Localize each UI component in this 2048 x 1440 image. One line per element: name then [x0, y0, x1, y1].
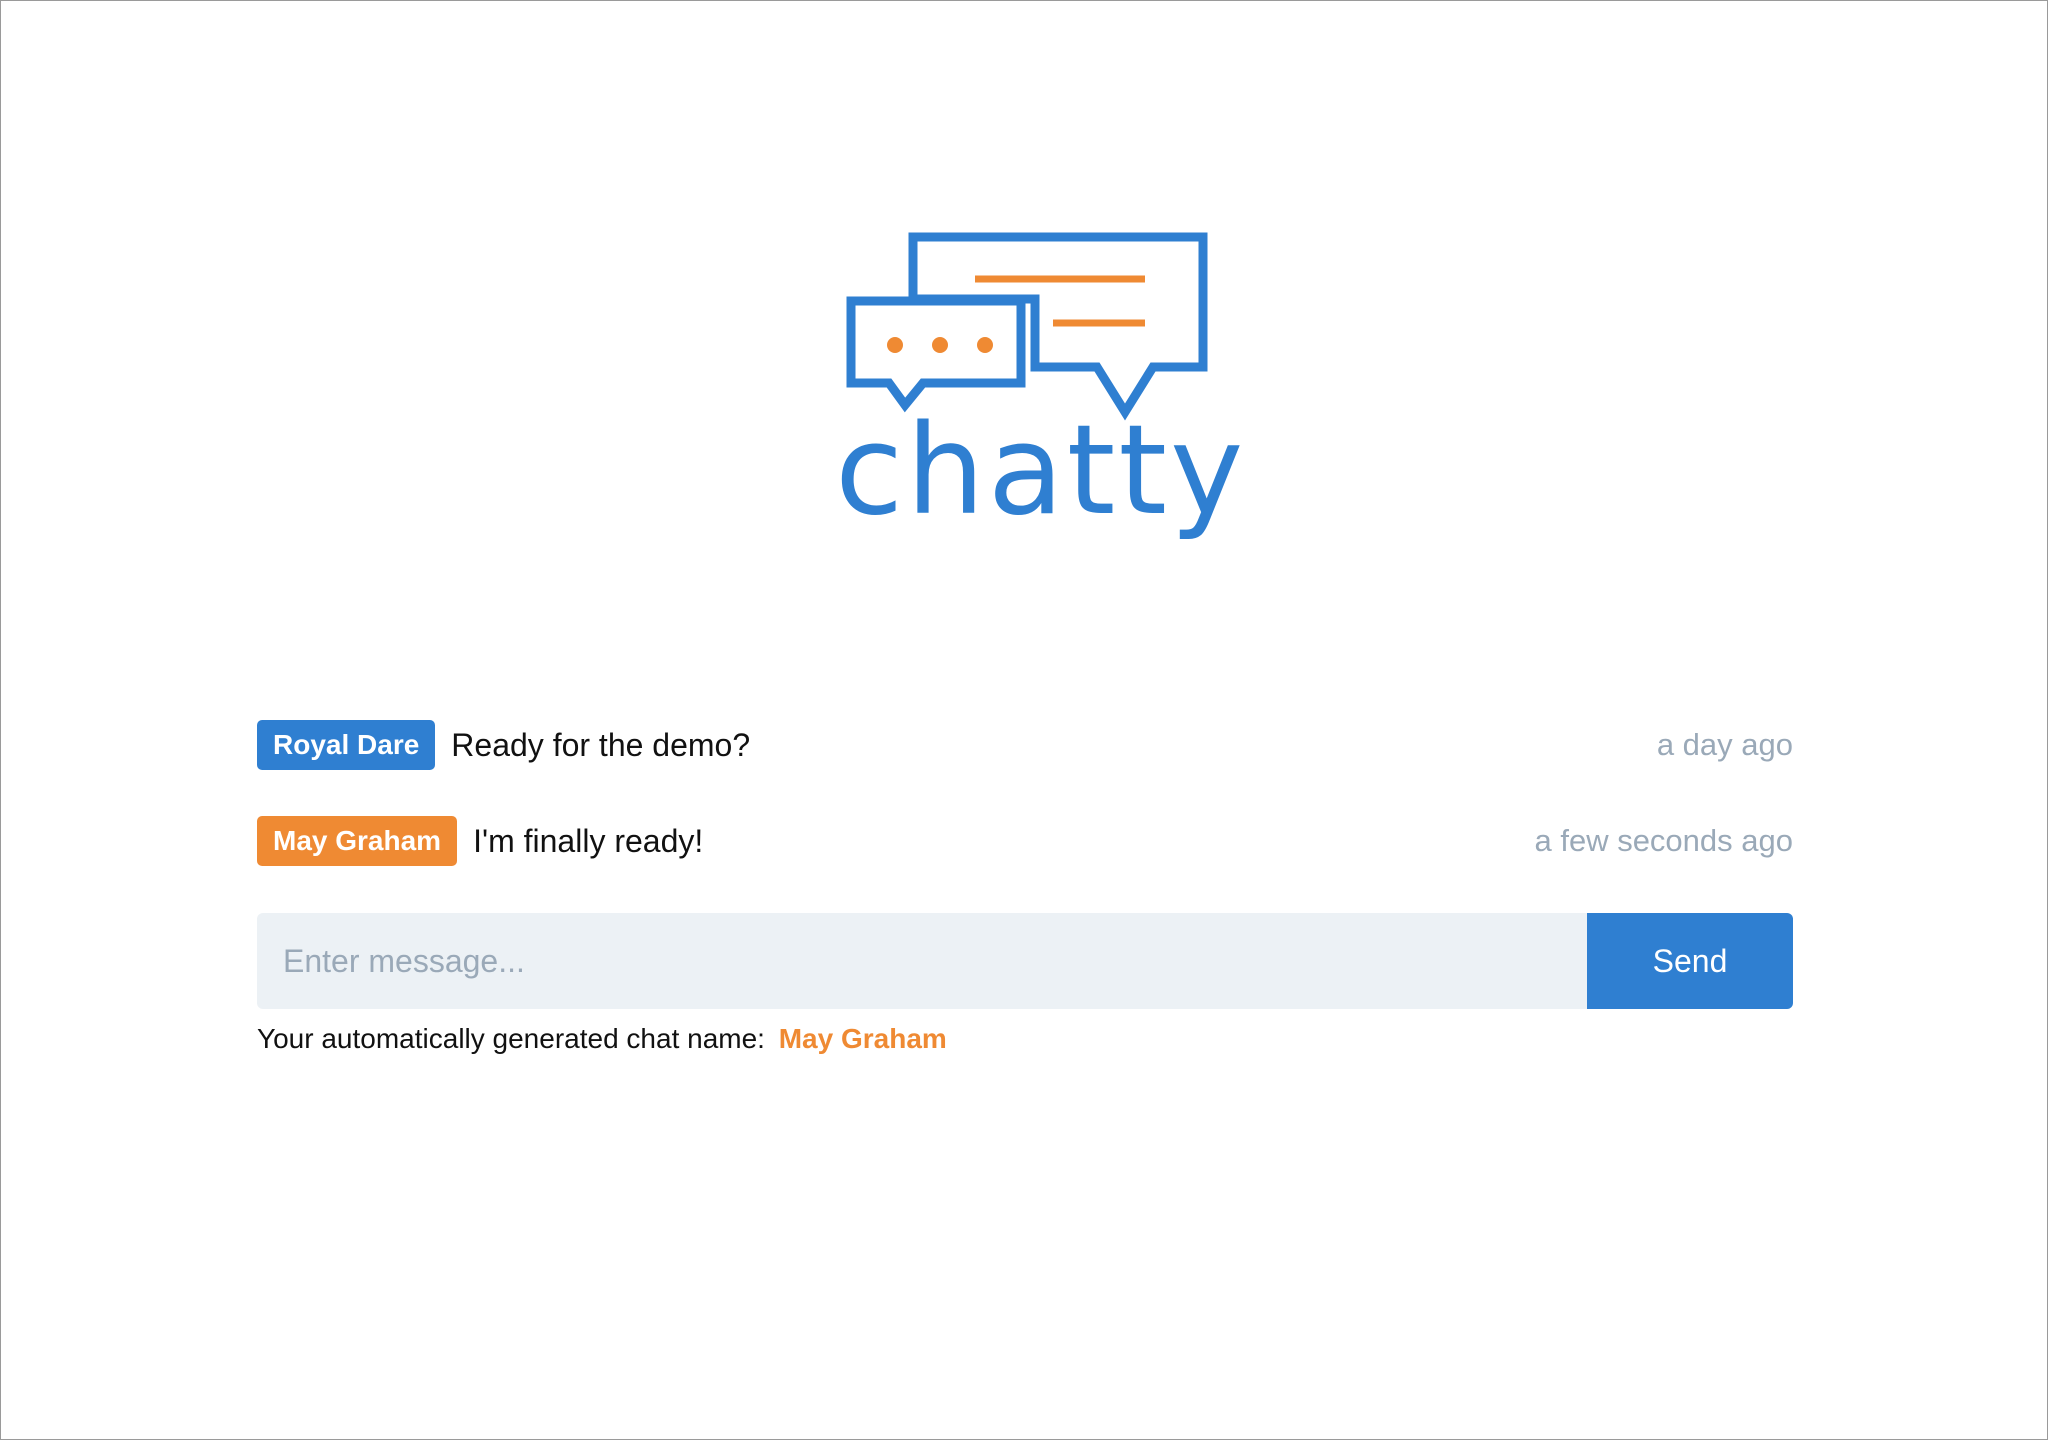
chat-name-value: May Graham [778, 1023, 947, 1054]
message-input[interactable] [257, 913, 1587, 1009]
message-row: May Graham I'm finally ready! a few seco… [257, 815, 1793, 867]
message-text: I'm finally ready! [473, 822, 704, 859]
message-composer: Send [257, 913, 1793, 1009]
author-badge: Royal Dare [257, 720, 436, 770]
message-row: Royal Dare Ready for the demo? a day ago [257, 719, 1793, 771]
brand-wordmark: chatty [835, 399, 1247, 543]
chat-name-prefix: Your automatically generated chat name: [257, 1023, 765, 1054]
message-text: Ready for the demo? [451, 726, 751, 763]
message-timestamp: a few seconds ago [1534, 823, 1793, 858]
message-timestamp: a day ago [1656, 727, 1793, 762]
chat-name-info: Your automatically generated chat name: … [257, 1023, 947, 1055]
send-button[interactable]: Send [1587, 913, 1793, 1009]
app-window: chatty Royal Dare Ready for the demo? a … [0, 0, 2048, 1440]
author-badge: May Graham [257, 816, 458, 866]
message-list: Royal Dare Ready for the demo? a day ago… [257, 719, 1793, 911]
chatty-logo: chatty [835, 229, 1247, 569]
